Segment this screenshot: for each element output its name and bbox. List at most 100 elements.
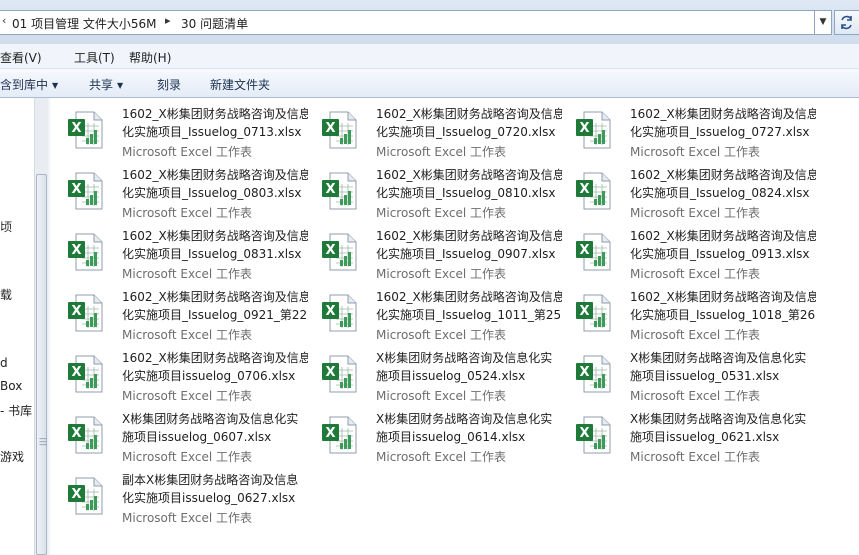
file-name-line2: 化实施项目_Issuelog_0713.xlsx [122, 124, 302, 139]
include-in-library-button[interactable]: 含到库中 ▼ [0, 76, 58, 93]
file-name-line2: 化实施项目_Issuelog_0907.xlsx [376, 246, 556, 261]
svg-text:X: X [71, 121, 81, 136]
file-item[interactable]: X 1602_X彬集团财务战略咨询及信息 化实施项目_Issuelog_0831… [50, 220, 308, 281]
file-item[interactable]: X 1602_X彬集团财务战略咨询及信息 化实施项目issuelog_0706.… [50, 342, 308, 403]
file-name: 1602_X彬集团财务战略咨询及信息 化实施项目issuelog_0706.xl… [122, 350, 308, 385]
excel-file-icon: X [322, 294, 357, 332]
svg-text:X: X [579, 182, 589, 197]
file-name-line1: 1602_X彬集团财务战略咨询及信息 [630, 168, 816, 182]
file-type: Microsoft Excel 工作表 [376, 450, 507, 464]
svg-text:X: X [579, 243, 589, 258]
file-name-line2: 化实施项目_Issuelog_0810.xlsx [376, 185, 556, 200]
file-name: 1602_X彬集团财务战略咨询及信息 化实施项目_Issuelog_0907.x… [376, 228, 562, 263]
file-name-line2: 施项目issuelog_0531.xlsx [630, 368, 780, 383]
file-name-line2: 化实施项目issuelog_0627.xlsx [122, 490, 296, 505]
file-item[interactable]: X 1602_X彬集团财务战略咨询及信息 化实施项目_Issuelog_0824… [558, 159, 816, 220]
file-name-line2: 化实施项目_Issuelog_0831.xlsx [122, 246, 302, 261]
file-type: Microsoft Excel 工作表 [630, 206, 761, 220]
svg-text:X: X [325, 304, 335, 319]
chevron-down-icon: ▼ [819, 17, 827, 27]
nav-item[interactable]: 顷 [0, 218, 12, 235]
menu-tools[interactable]: 工具(T) [74, 49, 115, 66]
share-button[interactable]: 共享 ▼ [89, 76, 123, 93]
file-item[interactable]: X 1602_X彬集团财务战略咨询及信息 化实施项目_Issuelog_0803… [50, 159, 308, 220]
nav-item[interactable]: 游戏 [0, 448, 24, 465]
excel-file-icon: X [68, 233, 103, 271]
svg-text:X: X [325, 243, 335, 258]
svg-text:X: X [579, 121, 589, 136]
file-name: X彬集团财务战略咨询及信息化实 施项目issuelog_0614.xlsx [376, 411, 562, 446]
file-list: X 1602_X彬集团财务战略咨询及信息 化实施项目_Issuelog_0713… [50, 98, 859, 555]
excel-file-icon: X [68, 111, 103, 149]
menu-view[interactable]: 查看(V) [0, 49, 42, 66]
file-item[interactable]: X 1602_X彬集团财务战略咨询及信息 化实施项目_Issuelog_0713… [50, 98, 308, 159]
file-item[interactable]: X 1602_X彬集团财务战略咨询及信息 化实施项目_Issuelog_1018… [558, 281, 816, 342]
nav-scrollbar-thumb[interactable]: — — — [36, 174, 47, 555]
breadcrumb-project-mgmt[interactable]: 01 项目管理 文件大小56M [12, 15, 157, 32]
nav-item[interactable]: 载 [0, 286, 12, 303]
burn-button[interactable]: 刻录 [157, 76, 181, 93]
address-box[interactable]: ‹ 01 项目管理 文件大小56M ▸ 30 问题清单 [0, 10, 817, 35]
file-name-line1: 1602_X彬集团财务战略咨询及信息 [630, 229, 816, 243]
file-type: Microsoft Excel 工作表 [630, 145, 761, 159]
menu-help[interactable]: 帮助(H) [129, 49, 171, 66]
nav-scrollbar[interactable]: — — — [34, 98, 48, 555]
excel-file-icon: X [576, 172, 611, 210]
breadcrumb-separator-icon[interactable]: ▸ [165, 14, 171, 27]
file-name-line1: 1602_X彬集团财务战略咨询及信息 [630, 290, 816, 304]
file-type: Microsoft Excel 工作表 [376, 267, 507, 281]
command-bar: 含到库中 ▼ 共享 ▼ 刻录 新建文件夹 [0, 69, 859, 98]
file-type: Microsoft Excel 工作表 [376, 328, 507, 342]
file-item[interactable]: X X彬集团财务战略咨询及信息化实 施项目issuelog_0614.xlsx … [304, 403, 554, 464]
file-type: Microsoft Excel 工作表 [122, 450, 253, 464]
excel-file-icon: X [322, 355, 357, 393]
svg-text:X: X [579, 365, 589, 380]
file-type: Microsoft Excel 工作表 [122, 267, 253, 281]
file-name: X彬集团财务战略咨询及信息化实 施项目issuelog_0531.xlsx [630, 350, 816, 385]
file-name-line1: 1602_X彬集团财务战略咨询及信息 [376, 168, 562, 182]
file-item[interactable]: X 1602_X彬集团财务战略咨询及信息 化实施项目_Issuelog_1011… [304, 281, 562, 342]
file-name-line2: 化实施项目issuelog_0706.xlsx [122, 368, 296, 383]
file-name: 1602_X彬集团财务战略咨询及信息 化实施项目_Issuelog_0831.x… [122, 228, 308, 263]
file-name: 1602_X彬集团财务战略咨询及信息 化实施项目_Issuelog_0810.x… [376, 167, 562, 202]
file-name-line1: 1602_X彬集团财务战略咨询及信息 [122, 351, 308, 365]
file-name-line1: 1602_X彬集团财务战略咨询及信息 [376, 229, 562, 243]
excel-file-icon: X [68, 416, 103, 454]
file-name-line2: 化实施项目_Issuelog_0824.xlsx [630, 185, 810, 200]
file-item[interactable]: X 1602_X彬集团财务战略咨询及信息 化实施项目_Issuelog_0913… [558, 220, 816, 281]
refresh-button[interactable] [834, 10, 859, 35]
file-item[interactable]: X 副本X彬集团财务战略咨询及信息 化实施项目issuelog_0627.xls… [50, 464, 300, 525]
file-name-line2: 化实施项目_Issuelog_0803.xlsx [122, 185, 302, 200]
file-name-line1: 1602_X彬集团财务战略咨询及信息 [122, 168, 308, 182]
file-type: Microsoft Excel 工作表 [630, 450, 761, 464]
new-folder-button[interactable]: 新建文件夹 [210, 76, 270, 93]
svg-text:X: X [71, 243, 81, 258]
file-name-line2: 化实施项目_Issuelog_0921_第22... [122, 307, 308, 322]
file-item[interactable]: X 1602_X彬集团财务战略咨询及信息 化实施项目_Issuelog_0907… [304, 220, 562, 281]
file-item[interactable]: X X彬集团财务战略咨询及信息化实 施项目issuelog_0607.xlsx … [50, 403, 300, 464]
svg-text:X: X [579, 426, 589, 441]
svg-text:X: X [325, 182, 335, 197]
file-item[interactable]: X 1602_X彬集团财务战略咨询及信息 化实施项目_Issuelog_0727… [558, 98, 816, 159]
file-name-line2: 化实施项目_Issuelog_1018_第26... [630, 307, 816, 322]
refresh-icon [841, 15, 852, 30]
file-item[interactable]: X 1602_X彬集团财务战略咨询及信息 化实施项目_Issuelog_0720… [304, 98, 562, 159]
breadcrumb-issue-list[interactable]: 30 问题清单 [181, 15, 248, 32]
menu-bar: 查看(V) 工具(T) 帮助(H) [0, 44, 859, 69]
file-type: Microsoft Excel 工作表 [122, 145, 253, 159]
navigation-pane: 顷 载 d Box - 书库 游戏 [0, 98, 34, 555]
file-item[interactable]: X 1602_X彬集团财务战略咨询及信息 化实施项目_Issuelog_0921… [50, 281, 308, 342]
file-item[interactable]: X X彬集团财务战略咨询及信息化实 施项目issuelog_0531.xlsx … [558, 342, 808, 403]
file-item[interactable]: X 1602_X彬集团财务战略咨询及信息 化实施项目_Issuelog_0810… [304, 159, 562, 220]
nav-item[interactable]: d [0, 356, 8, 370]
nav-item[interactable]: Box [0, 379, 22, 393]
nav-item[interactable]: - 书库 [0, 402, 32, 419]
excel-file-icon: X [68, 172, 103, 210]
file-item[interactable]: X X彬集团财务战略咨询及信息化实 施项目issuelog_0524.xlsx … [304, 342, 554, 403]
address-dropdown-button[interactable]: ▼ [814, 10, 832, 35]
excel-file-icon: X [68, 294, 103, 332]
back-chevron-icon[interactable]: ‹ [2, 14, 6, 27]
file-name-line2: 施项目issuelog_0621.xlsx [630, 429, 780, 444]
file-item[interactable]: X X彬集团财务战略咨询及信息化实 施项目issuelog_0621.xlsx … [558, 403, 808, 464]
file-name-line2: 化实施项目_Issuelog_0727.xlsx [630, 124, 810, 139]
